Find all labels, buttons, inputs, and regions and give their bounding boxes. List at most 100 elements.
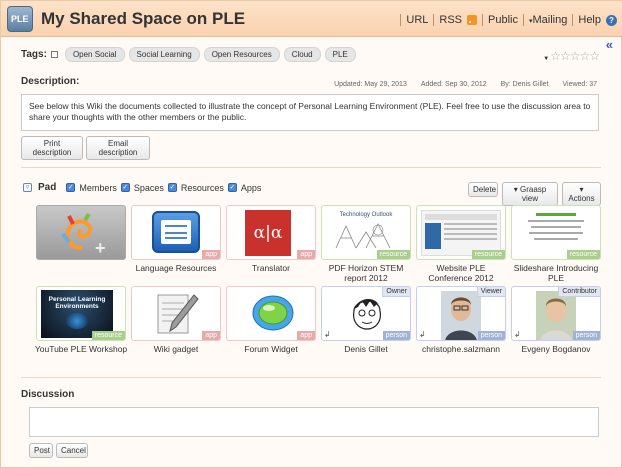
add-item-tile[interactable]: + (36, 205, 126, 260)
rating-dropdown-icon[interactable]: ▼ (543, 56, 549, 62)
rss-link[interactable]: RSS (439, 14, 462, 26)
apps-checkbox[interactable]: ✓ (227, 183, 237, 192)
item-type-badge: app (202, 250, 220, 259)
logo-text: PLE (11, 14, 29, 24)
delete-button[interactable]: Delete (468, 182, 498, 197)
translator-tile[interactable]: α|α app (226, 205, 316, 260)
item-caption[interactable]: Translator (224, 263, 318, 273)
members-checkbox[interactable]: ✓ (66, 183, 76, 192)
pad-label: Pad (38, 182, 57, 193)
item-type-badge: app (202, 331, 220, 340)
denis-gillet-tile[interactable]: Owner ↲ person (321, 286, 411, 341)
edit-tags-icon[interactable] (50, 51, 58, 58)
author: By: Denis Gillet (500, 81, 549, 88)
section-divider (21, 167, 601, 168)
spaces-checkbox[interactable]: ✓ (120, 183, 130, 192)
item-type-badge: person (382, 331, 410, 340)
christophe-salzmann-tile[interactable]: Viewer ↲ person (416, 286, 506, 341)
ple-logo[interactable]: PLE (7, 6, 33, 32)
add-spiral-icon: + (61, 212, 106, 256)
website-columns (425, 223, 497, 249)
item-caption[interactable]: YouTube PLE Workshop (34, 344, 128, 354)
wiki-gadget-tile[interactable]: app (131, 286, 221, 341)
item-caption[interactable]: Language Resources (129, 263, 223, 273)
item-caption[interactable]: Forum Widget (224, 344, 318, 354)
dropdown-arrow-icon: ▾ (579, 185, 584, 194)
star-icon[interactable]: ☆ (589, 49, 600, 63)
tags-label: Tags: (21, 49, 47, 60)
url-link[interactable]: URL (406, 14, 428, 26)
graasp-view-button[interactable]: ▾ Graasp view (502, 182, 558, 206)
help-icon[interactable]: ? (606, 14, 617, 26)
youtube-ple-tile[interactable]: Personal Learning Environments resource (36, 286, 126, 341)
tag-chip[interactable]: Open Social (64, 47, 125, 62)
view-button-label: Graasp view (520, 185, 547, 203)
star-icon[interactable]: ☆ (550, 49, 561, 63)
pad-toolbar: ▿ Pad ✓ Members ✓ Spaces ✓ Resources ✓ Apps (23, 182, 261, 193)
website-ple-tile[interactable]: resource (416, 205, 506, 260)
item-caption[interactable]: christophe.salzmann (414, 344, 508, 354)
item-caption[interactable]: Evgeny Bogdanov (509, 344, 603, 354)
added-date: Added: Sep 30, 2012 (420, 81, 487, 88)
star-icon[interactable]: ☆ (560, 49, 571, 63)
help-link[interactable]: Help (578, 14, 601, 26)
item-caption[interactable]: Website PLE Conference 2012 (414, 263, 508, 283)
member-role-badge: Viewer (476, 287, 505, 297)
tag-chip[interactable]: PLE (324, 47, 356, 62)
youtube-thumbnail-text: Personal Learning Environments (48, 296, 106, 310)
description-label: Description: (21, 76, 80, 87)
print-description-button[interactable]: Print description (21, 136, 83, 160)
mailing-dropdown[interactable]: ▾Mailing (529, 14, 567, 26)
resources-checkbox[interactable]: ✓ (167, 183, 177, 192)
collapse-pad-icon[interactable]: ▿ (23, 183, 32, 192)
post-button[interactable]: Post (29, 443, 53, 458)
slideshare-tile[interactable]: resource (511, 205, 601, 260)
nav-divider (433, 14, 435, 26)
member-role-badge: Contributor (558, 287, 600, 297)
discussion-label: Discussion (21, 389, 75, 400)
text-line-glyph (529, 232, 583, 234)
discussion-input[interactable] (29, 407, 599, 437)
wiki-pencil-icon (157, 294, 199, 334)
item-type-badge: resource (376, 250, 410, 259)
member-role-badge: Owner (382, 287, 410, 297)
public-link[interactable]: Public (488, 14, 518, 26)
person-photo-avatar (441, 291, 481, 340)
item-caption[interactable]: Slideshare Introducing PLE (509, 263, 603, 283)
line-glyph (165, 237, 187, 239)
star-icon[interactable]: ☆ (570, 49, 581, 63)
star-rating[interactable]: ▼ ☆☆☆☆☆ (543, 49, 600, 63)
shortcut-arrow-icon: ↲ (419, 330, 426, 339)
space-title: My Shared Space on PLE (41, 9, 246, 28)
tag-chip[interactable]: Cloud (283, 47, 321, 62)
item-caption[interactable]: PDF Horizon STEM report 2012 (319, 263, 413, 283)
image-block-glyph (425, 223, 441, 249)
pdf-horizon-tile[interactable]: Technology Outlook resource (321, 205, 411, 260)
rss-icon[interactable] (467, 15, 478, 25)
item-type-badge: app (297, 331, 315, 340)
item-type-badge: resource (566, 250, 600, 259)
evgeny-bogdanov-tile[interactable]: Contributor ↲ person (511, 286, 601, 341)
item-type-badge: resource (91, 331, 125, 340)
language-resources-tile[interactable]: app (131, 205, 221, 260)
ple-space-window: PLE My Shared Space on PLE URL RSS Publi… (0, 0, 622, 468)
text-line-glyph (444, 223, 497, 225)
email-description-button[interactable]: Email description (86, 136, 150, 160)
tag-chip[interactable]: Social Learning (128, 47, 200, 62)
forum-widget-tile[interactable]: app (226, 286, 316, 341)
tag-chip[interactable]: Open Resources (203, 47, 280, 62)
line-glyph (165, 232, 187, 234)
text-line-glyph (444, 233, 497, 235)
actions-button[interactable]: ▾ Actions (562, 182, 601, 206)
item-caption[interactable]: Wiki gadget (129, 344, 223, 354)
space-header: PLE My Shared Space on PLE URL RSS Publi… (1, 1, 622, 37)
item-caption[interactable]: Denis Gillet (319, 344, 413, 354)
cancel-button[interactable]: Cancel (56, 443, 88, 458)
person-photo-avatar (536, 291, 576, 340)
star-icon[interactable]: ☆ (579, 49, 590, 63)
nav-divider (400, 14, 402, 26)
pdf-illustration (335, 223, 391, 249)
nav-divider (482, 14, 484, 26)
nav-divider (572, 14, 574, 26)
collapse-panel-icon[interactable]: « (606, 37, 613, 52)
